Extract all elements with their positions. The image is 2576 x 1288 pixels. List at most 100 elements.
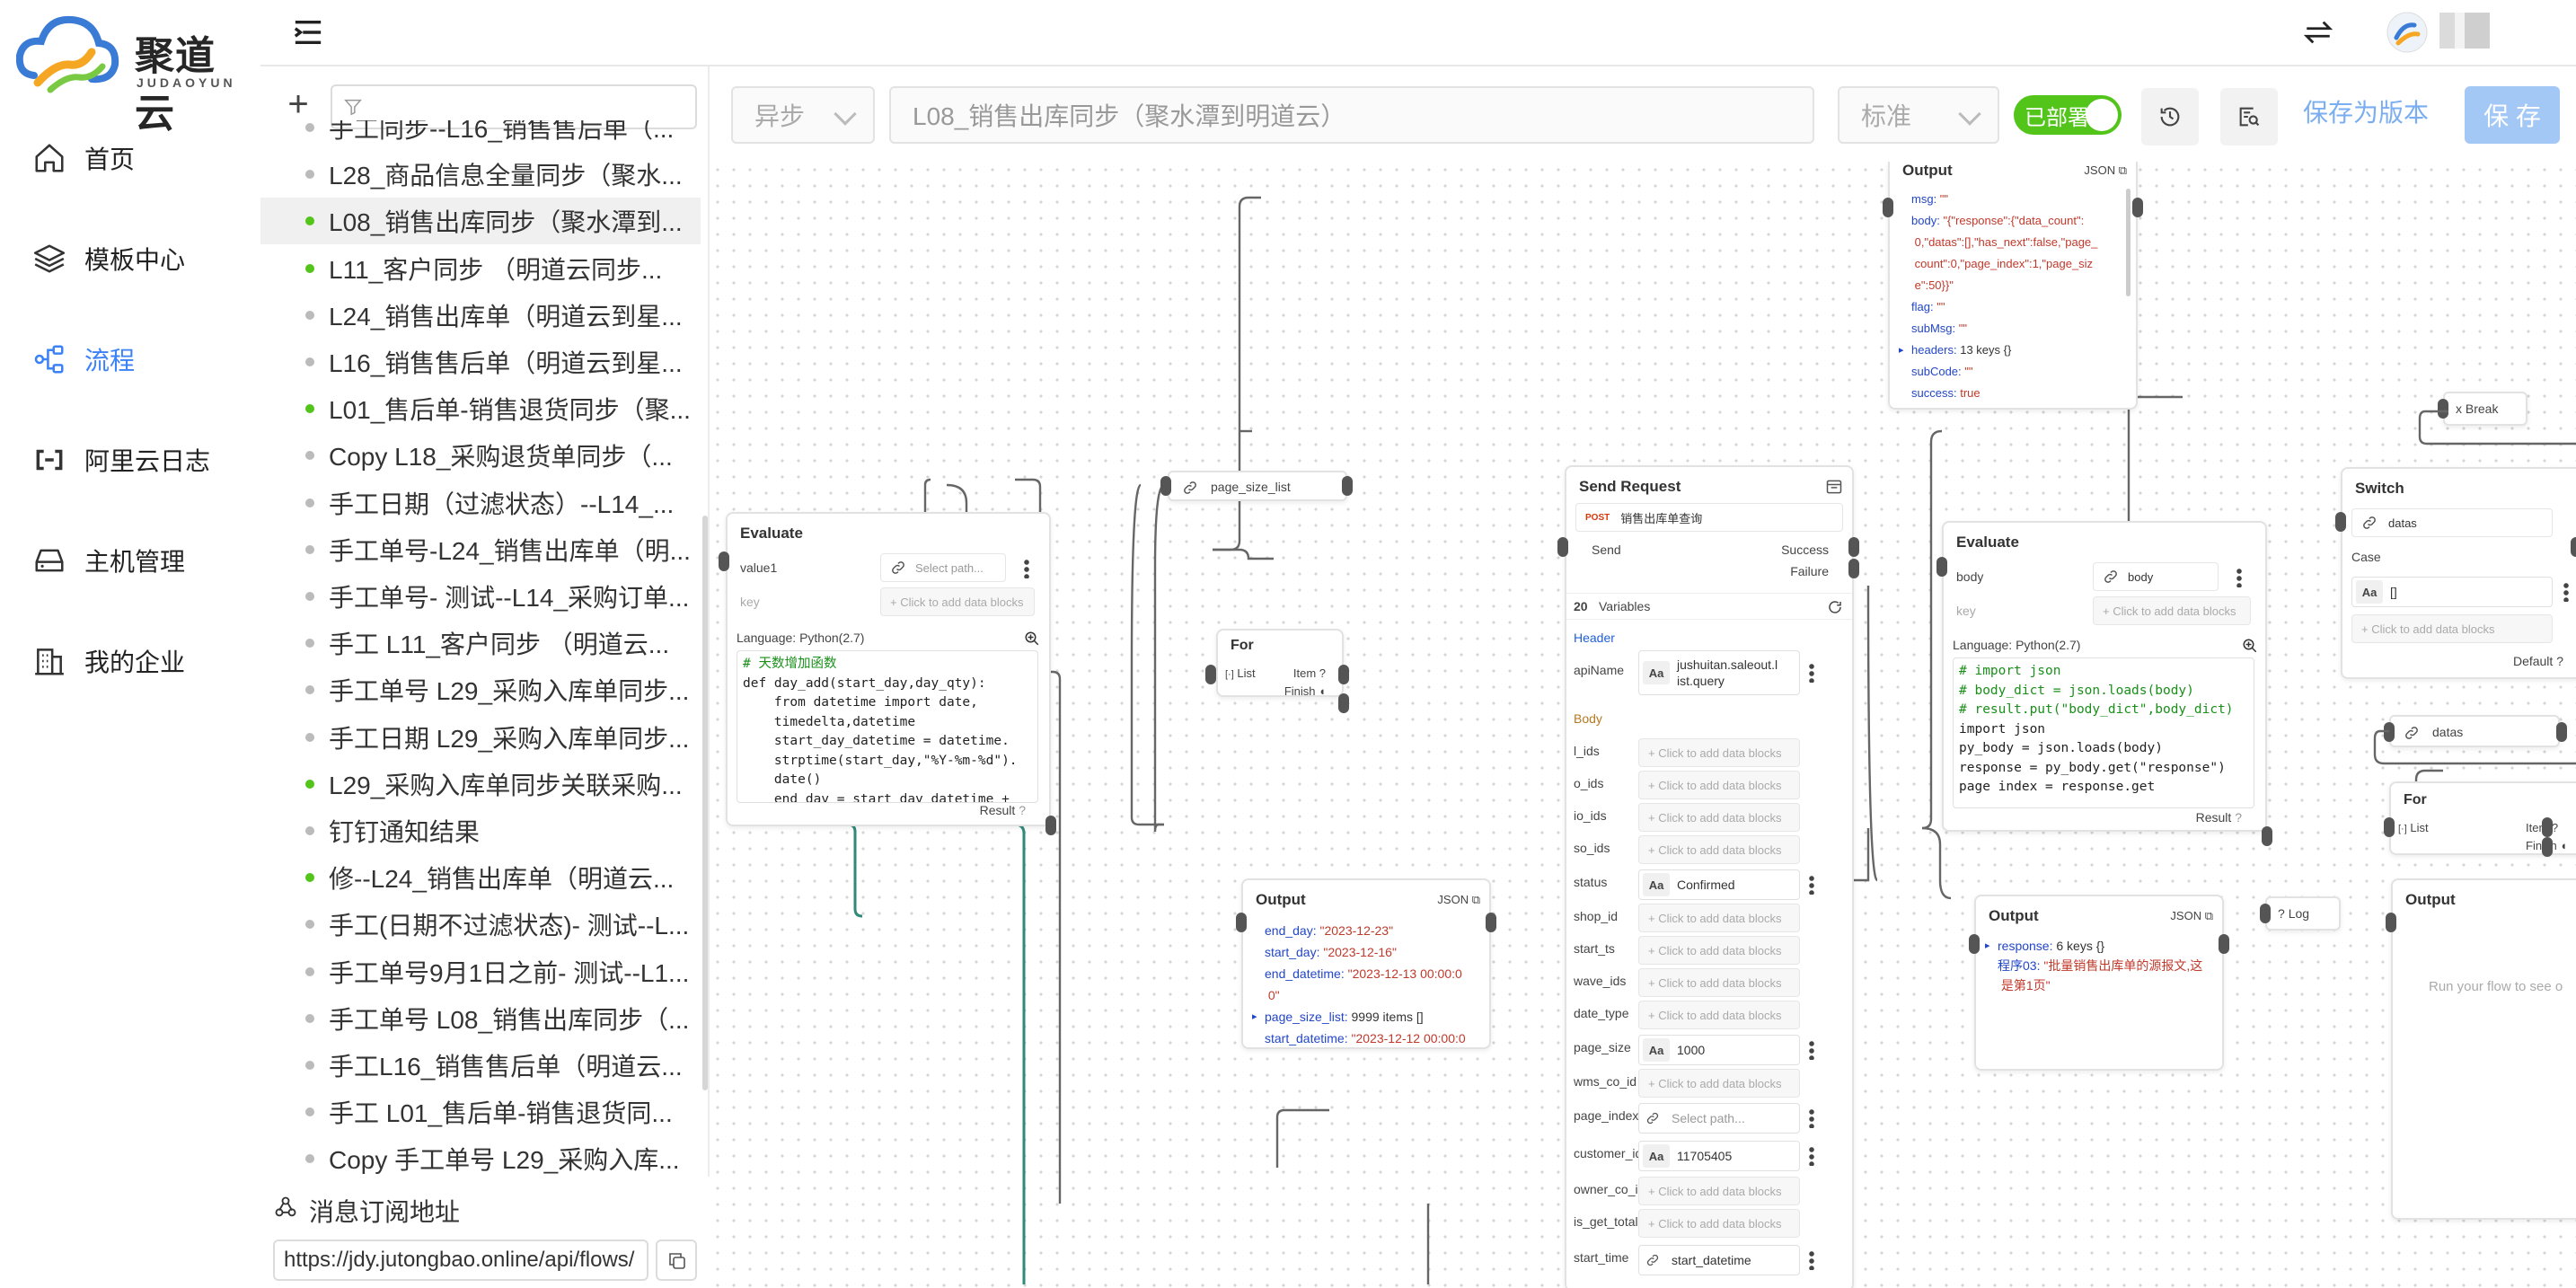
flow-list-item[interactable]: L28_商品信息全量同步（聚水... [260,151,701,198]
input-port[interactable] [1883,198,1893,217]
history-button[interactable] [2141,88,2199,146]
flow-list-item[interactable]: 修--L24_销售出库单（明道云... [260,854,701,901]
case-value-field[interactable]: Aa [] [2351,577,2553,607]
json-scrollbar[interactable] [2126,189,2130,296]
variable-value-field[interactable]: Aa Confirmed [1638,869,1800,900]
flow-list-item[interactable]: 手工单号 L08_销售出库同步（... [260,995,701,1042]
add-block-button[interactable]: + Click to add data blocks [1638,738,1800,767]
input-port[interactable] [1160,476,1171,496]
flow-list-item[interactable]: 手工日期 L29_采购入库单同步... [260,714,701,761]
add-block-button[interactable]: + Click to add data blocks [1638,1069,1800,1098]
flow-list-item[interactable]: 手工同步--L16_销售售后单（... [260,120,701,151]
json-viewer[interactable]: msg: "" body: "{"response":{"data_count":… [1899,189,2127,404]
more-options-icon[interactable] [1024,559,1029,578]
flow-list-item[interactable]: L01_售后单-销售退货同步（聚... [260,385,701,432]
flow-list-item[interactable]: L08_销售出库同步（聚水潭到... [260,198,701,245]
nav-item-home[interactable]: 首页 [32,131,135,185]
request-select[interactable]: POST 销售出库单查询 [1575,503,1843,532]
add-block-button[interactable]: + Click to add data blocks [1638,904,1800,932]
add-block-button[interactable]: + Click to add data blocks [1638,1001,1800,1029]
subscription-url-field[interactable]: https://jdy.jutongbao.online/api/flows/ [273,1239,648,1281]
failure-port[interactable] [1848,559,1859,578]
flow-list-item[interactable]: L24_销售出库单（明道云到星... [260,292,701,339]
add-block-button[interactable]: + Click to add data blocks [1638,771,1800,799]
nav-item-flow[interactable]: 流程 [32,332,135,386]
add-block-button[interactable]: + Click to add data blocks [1638,936,1800,965]
flow-list-item[interactable]: 手工(日期不过滤状态)- 测试--L... [260,901,701,948]
brand-logo[interactable]: 聚道云 JUDAOYUN [16,13,241,136]
flow-list-item[interactable]: 手工单号-L24_销售出库单（明... [260,526,701,573]
more-options-icon[interactable] [1809,1040,1814,1060]
flow-list-item[interactable]: 手工 L01_售后单-销售退货同... [260,1089,701,1135]
variable-value-field[interactable]: Aa 1000 [1638,1035,1800,1065]
output-port[interactable] [2571,537,2576,557]
input-port[interactable] [1205,665,1216,684]
more-options-icon[interactable] [1809,875,1814,895]
variable-value-field[interactable]: Select path... [1638,1103,1800,1134]
variable-value-field[interactable]: Aa jushuitan.saleout.l ist.query [1638,650,1800,695]
input-port[interactable] [1236,913,1247,932]
flow-list-item[interactable]: 手工日期（过滤状态）--L14_... [260,480,701,526]
add-block-button[interactable]: + Click to add data blocks [2351,614,2553,643]
flow-list-item[interactable]: 手工单号- 测试--L14_采购订单... [260,573,701,620]
add-block-button[interactable]: + Click to add data blocks [1638,1177,1800,1205]
nav-item-enterprise[interactable]: 我的企业 [32,634,185,688]
output-port[interactable] [2262,826,2272,846]
more-options-icon[interactable] [1809,663,1814,683]
flow-list-item[interactable]: 手工L16_销售售后单（明道云... [260,1042,701,1089]
evaluate-node-1[interactable]: Evaluate value1 Select path... key + Cli… [726,512,1051,826]
expand-caret-icon[interactable]: ▸ [1252,1006,1257,1028]
flow-list-item[interactable]: Copy L18_采购退货单同步（... [260,432,701,479]
for-node-1[interactable]: For [·] List Item ? Finish ◖ [1216,629,1344,698]
input-port[interactable] [2335,512,2346,532]
mode-select[interactable]: 异步 [731,86,875,144]
expand-caret-icon[interactable]: ▸ [1899,340,1904,361]
more-options-icon[interactable] [1809,1108,1814,1128]
path-select[interactable]: Select path... [880,553,1006,582]
flow-list-item[interactable]: 手工 L11_客户同步 （明道云... [260,620,701,666]
send-request-node[interactable]: Send Request POST 销售出库单查询 Send Success F… [1565,465,1854,1288]
add-block-button[interactable]: + Click to add data blocks [1638,1209,1800,1238]
nav-item-templates[interactable]: 模板中心 [32,232,185,286]
add-block-button[interactable]: + Click to add data blocks [1638,968,1800,997]
flow-list-scrollbar[interactable] [702,516,708,1090]
language-select[interactable]: Language: Python(2.7) [737,631,864,645]
zoom-in-icon[interactable] [2242,638,2258,654]
flow-canvas[interactable]: Evaluate value1 Select path... key + Cli… [710,162,2576,1288]
input-port[interactable] [1557,537,1568,557]
add-block-button[interactable]: + Click to add data blocks [1638,835,1800,864]
output-port[interactable] [1486,913,1496,932]
flow-list-item[interactable]: Copy 手工单号 L29_采购入库... [260,1135,701,1182]
more-options-icon[interactable] [2563,582,2569,602]
deployed-toggle[interactable]: 已部署 [2014,95,2122,135]
code-editor[interactable]: # 天数增加函数 def day_add(start_day,day_qty): … [737,650,1038,803]
switch-node[interactable]: Switch datas Case Aa [] + Click to add da… [2341,467,2576,679]
more-options-icon[interactable] [1809,1146,1814,1166]
more-options-icon[interactable] [1809,1250,1814,1270]
output-port[interactable] [2542,837,2553,857]
log-node[interactable]: ? Log [2265,896,2341,931]
flow-list-item[interactable]: L29_采购入库单同步关联采购... [260,761,701,807]
add-flow-button[interactable]: + [280,86,316,124]
json-viewer[interactable]: end_day: "2023-12-23" start_day: "2023-12… [1252,920,1486,1045]
page-size-list-node[interactable]: page_size_list [1168,471,1347,501]
zoom-in-icon[interactable] [1024,631,1040,647]
code-editor[interactable]: # import json # body_dict = json.loads(bo… [1953,657,2254,808]
panel-icon[interactable] [1825,478,1843,496]
input-port[interactable] [719,551,729,571]
input-port[interactable] [1936,557,1947,577]
add-block-button[interactable]: + Click to add data blocks [2093,596,2251,625]
flow-list-item[interactable]: L11_客户同步 （明道云同步... [260,245,701,292]
switch-icon[interactable] [2303,18,2333,47]
path-select[interactable]: body [2093,562,2219,591]
output-node-1[interactable]: Output JSON ⧉ end_day: "2023-12-23" start… [1241,878,1491,1049]
output-port[interactable] [2542,817,2553,837]
add-block-button[interactable]: + Click to add data blocks [880,587,1035,616]
level-select[interactable]: 标准 [1838,86,1999,144]
collapse-menu-icon[interactable] [293,18,323,47]
log-list-button[interactable] [2220,88,2278,146]
refresh-icon[interactable] [1827,599,1843,615]
flow-name-input[interactable]: L08_销售出库同步（聚水潭到明道云） [889,86,1814,144]
json-viewer[interactable]: ▸ response: 6 keys {} 程序03: "批量销售出库单的源报文,这… [1985,936,2219,1026]
nav-item-aliyun-log[interactable]: 阿里云日志 [32,433,210,487]
